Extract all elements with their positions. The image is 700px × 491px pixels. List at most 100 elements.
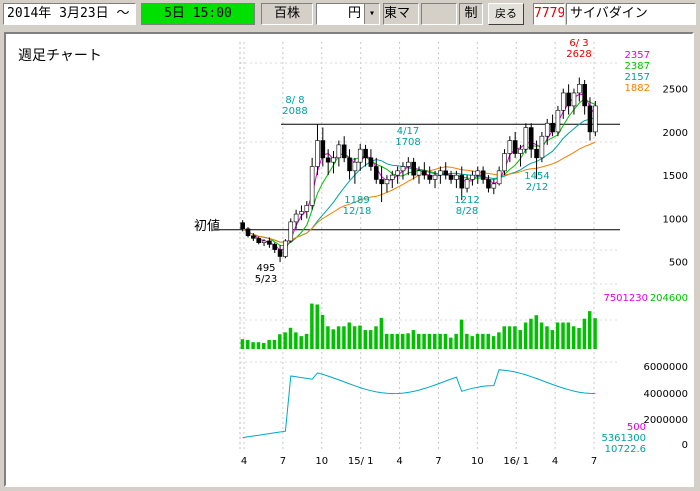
volume-bar bbox=[433, 333, 437, 349]
candle-body bbox=[544, 122, 550, 137]
volume-bar bbox=[390, 333, 394, 349]
volume-bar bbox=[518, 330, 523, 349]
volume-bar bbox=[336, 326, 341, 349]
candle-body bbox=[315, 140, 320, 167]
low1-date-label: 5/23 bbox=[255, 274, 277, 285]
volume-bar bbox=[411, 330, 416, 349]
volume-bar bbox=[395, 333, 400, 349]
low1-value-label: 495 bbox=[256, 263, 275, 274]
x-tick-label: 15/ 1 bbox=[348, 456, 374, 467]
volume-bar bbox=[529, 318, 533, 349]
volume-bar bbox=[481, 333, 485, 349]
peak1-value-label: 2088 bbox=[282, 106, 307, 117]
candle-body bbox=[448, 174, 454, 180]
x-tick-label: 7 bbox=[280, 456, 286, 467]
volume-bar bbox=[342, 326, 346, 349]
volume-bar bbox=[438, 333, 442, 349]
limit-label: 制 bbox=[459, 3, 483, 25]
price-tick-label: 500 bbox=[669, 258, 688, 269]
x-axis-labels: 4 7 10 15/ 1 4 7 10 16/ 1 4 7 bbox=[241, 456, 597, 467]
blank-field bbox=[421, 3, 457, 25]
toolbar: 2014年 3月23日 ～ 5日 15:00 百株 円 ▾ 東マ 制 戻る 77… bbox=[0, 0, 700, 30]
back-button[interactable]: 戻る bbox=[488, 3, 524, 25]
low2-value-label: 1189 bbox=[344, 195, 369, 206]
x-tick-label: 4 bbox=[552, 456, 558, 467]
candle-body bbox=[245, 228, 251, 237]
volume-bar bbox=[459, 319, 464, 349]
candle-body bbox=[395, 170, 400, 176]
volume-bar bbox=[288, 327, 293, 349]
candle-body bbox=[411, 161, 416, 176]
volume-bar bbox=[587, 311, 592, 349]
candle-body bbox=[480, 170, 486, 180]
candle-body bbox=[320, 140, 326, 159]
volume-bar bbox=[331, 329, 336, 349]
candle-body bbox=[438, 170, 443, 176]
volume-legend-value: 204600 bbox=[650, 293, 688, 304]
peak2-value-label: 1708 bbox=[395, 137, 420, 148]
high-value-label: 2628 bbox=[566, 49, 591, 60]
candle-body bbox=[475, 170, 481, 176]
period-display[interactable]: 5日 15:00 bbox=[141, 3, 255, 25]
candle-body bbox=[486, 179, 491, 189]
volume-bar bbox=[315, 304, 319, 349]
candle-body bbox=[309, 166, 315, 206]
volume-bar bbox=[326, 326, 330, 349]
candle-body bbox=[357, 148, 363, 163]
candle-body bbox=[379, 179, 384, 185]
candle-body bbox=[528, 127, 534, 150]
peak1-date-label: 8/ 8 bbox=[285, 95, 304, 106]
candle-body bbox=[331, 157, 336, 163]
annotations: 6/ 32628 8/ 82088 4/171708 4955/23 118912/18… bbox=[255, 38, 592, 285]
candle-body bbox=[555, 109, 561, 133]
date-range-field[interactable]: 2014年 3月23日 ～ bbox=[3, 3, 136, 25]
volume-bar bbox=[304, 333, 309, 349]
indicator-tick-label: 6000000 bbox=[643, 362, 688, 373]
candle-body bbox=[251, 235, 256, 239]
candle-body bbox=[416, 170, 422, 176]
volume-bar bbox=[534, 315, 539, 349]
volume-bar bbox=[486, 333, 490, 349]
price-tick-label: 2500 bbox=[663, 85, 688, 96]
volume-bar bbox=[550, 330, 555, 349]
volume-bar bbox=[320, 314, 325, 349]
volume-bar bbox=[449, 337, 453, 349]
candle-body bbox=[256, 238, 262, 243]
candle-body bbox=[518, 148, 523, 154]
candle-body bbox=[523, 127, 529, 150]
indicator-line bbox=[242, 369, 596, 439]
candle-body bbox=[593, 105, 598, 133]
volume-bar bbox=[256, 342, 261, 349]
volume-bar bbox=[272, 339, 277, 349]
volume-bar bbox=[374, 326, 378, 349]
low2-date-label: 12/18 bbox=[343, 206, 372, 217]
candle-body bbox=[336, 144, 342, 159]
volume-bar bbox=[352, 326, 357, 349]
volume-bar bbox=[539, 322, 544, 349]
currency-select[interactable]: 円 ▾ bbox=[316, 3, 380, 25]
volume-bar bbox=[507, 326, 512, 349]
candle-body bbox=[299, 211, 304, 215]
indicator-tick-label: 2000000 bbox=[643, 415, 688, 426]
stock-code-field[interactable]: 7779 bbox=[533, 3, 565, 25]
volume-bar bbox=[593, 318, 597, 349]
candle-body bbox=[272, 244, 278, 250]
x-tick-label: 16/ 1 bbox=[503, 456, 529, 467]
candle-body bbox=[422, 170, 427, 176]
volume-bar bbox=[561, 322, 565, 349]
indicator-legend-value: 5361300 bbox=[601, 433, 646, 444]
price-tick-label: 1500 bbox=[663, 171, 688, 182]
volume-bar bbox=[240, 339, 245, 349]
indicator-tick-label: 0 bbox=[682, 440, 688, 451]
indicator-legend-value: 10722.6 bbox=[605, 444, 646, 455]
candle-body bbox=[373, 166, 379, 180]
chart-title: 週足チャート bbox=[18, 48, 102, 64]
chevron-down-icon[interactable]: ▾ bbox=[364, 4, 379, 24]
candle-body bbox=[502, 153, 507, 172]
candle-body bbox=[459, 174, 465, 189]
candle-body bbox=[400, 166, 406, 172]
candle-body bbox=[470, 174, 475, 180]
volume-bar bbox=[262, 342, 266, 349]
volume-bar bbox=[545, 326, 549, 349]
low3-date-label: 8/28 bbox=[456, 206, 478, 217]
